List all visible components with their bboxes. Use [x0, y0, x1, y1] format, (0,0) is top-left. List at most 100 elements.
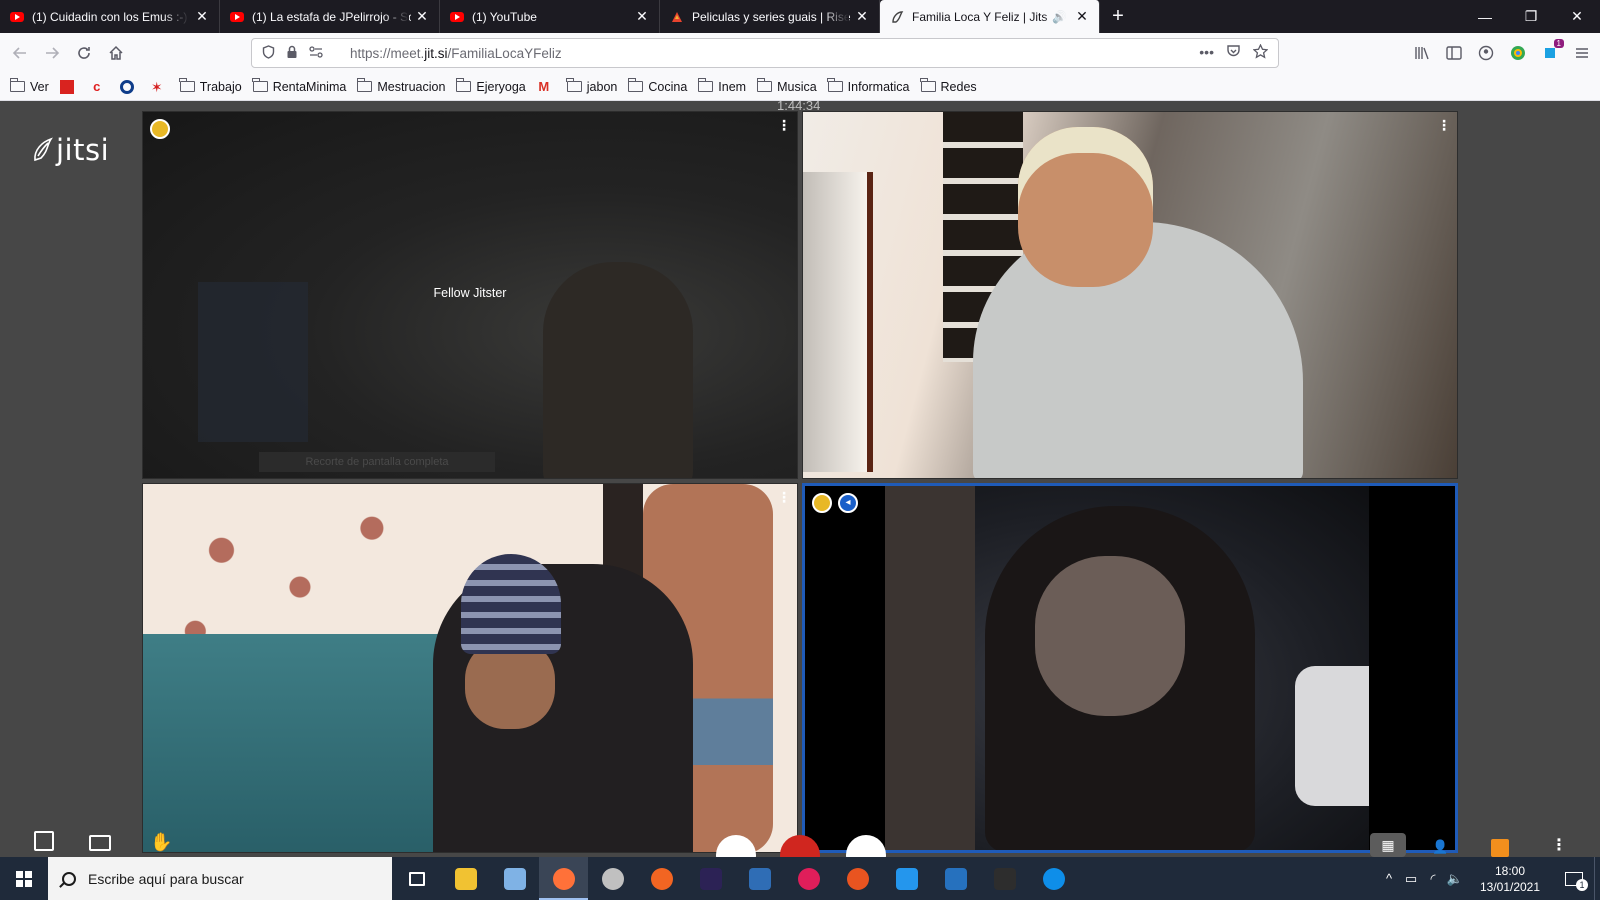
address-bar[interactable]: https://meet.jit.si/FamiliaLocaYFeliz ••… — [251, 38, 1279, 68]
extension-globe-icon[interactable] — [1506, 37, 1530, 69]
tab-jpelirrojo[interactable]: (1) La estafa de JPelirrojo - Soy ✕ — [220, 0, 440, 33]
taskbar-apps — [392, 857, 1078, 900]
library-icon[interactable] — [1410, 37, 1434, 69]
speaker-icon[interactable]: 🔊 — [1052, 10, 1067, 24]
participant-tile-dominant-speaker[interactable]: ◂ — [802, 483, 1458, 853]
tab-jitsi[interactable]: Familia Loca Y Feliz | Jitsi Me 🔊 ✕ — [880, 0, 1100, 33]
ubuntu-taskbar-button[interactable] — [833, 857, 882, 900]
bookmark-ejeryoga[interactable]: Ejeryoga — [455, 78, 526, 94]
participant-tile-2[interactable]: ⋮ — [802, 111, 1458, 479]
volume-icon[interactable]: 🔈 — [1444, 871, 1466, 887]
wifi-icon[interactable]: ◜ — [1422, 871, 1444, 887]
file-explorer-taskbar-button[interactable] — [441, 857, 490, 900]
url-text[interactable]: https://meet.jit.si/FamiliaLocaYFeliz — [350, 46, 1199, 61]
vscode-taskbar-button[interactable] — [735, 857, 784, 900]
tab-close-button[interactable]: ✕ — [1075, 8, 1089, 25]
shield-icon[interactable] — [256, 44, 280, 62]
back-button[interactable] — [4, 37, 36, 69]
bookmark-star-icon[interactable] — [1252, 43, 1269, 62]
extension-badge-icon[interactable]: 1 — [1538, 37, 1564, 69]
tab-close-button[interactable]: ✕ — [855, 8, 869, 25]
connection-indicator-icon[interactable] — [150, 119, 170, 139]
bookmark-c[interactable]: c — [90, 79, 109, 94]
invite-icon[interactable] — [1491, 839, 1509, 857]
virtualbox-taskbar-button[interactable] — [490, 857, 539, 900]
bookmark-gmail[interactable]: M — [537, 79, 556, 94]
more-options-icon[interactable]: ⋮ — [1551, 835, 1567, 855]
tile-menu-icon[interactable]: ⋮ — [777, 489, 791, 506]
taskbar-search[interactable]: Escribe aquí para buscar — [48, 857, 392, 900]
tab-close-button[interactable]: ✕ — [195, 8, 209, 25]
eclipse-taskbar-button[interactable] — [686, 857, 735, 900]
bookmark-musica[interactable]: Musica — [756, 78, 817, 94]
bookmark-cocina[interactable]: Cocina — [627, 78, 687, 94]
show-desktop-button[interactable] — [1594, 857, 1600, 900]
pocket-icon[interactable] — [1226, 44, 1241, 62]
terminal-taskbar-button[interactable] — [980, 857, 1029, 900]
powershell-taskbar-button[interactable] — [931, 857, 980, 900]
screen-share-button[interactable] — [89, 835, 111, 851]
bookmark-red[interactable] — [59, 79, 79, 94]
hamburger-menu-icon[interactable] — [1570, 37, 1594, 69]
chevron-up-icon[interactable]: ^ — [1378, 871, 1400, 886]
bookmark-circle[interactable] — [119, 79, 139, 94]
close-window-button[interactable]: ✕ — [1554, 0, 1600, 33]
docker-icon — [895, 867, 918, 890]
reload-button[interactable] — [68, 37, 100, 69]
new-tab-button[interactable]: + — [1100, 0, 1136, 33]
bookmark-trabajo[interactable]: Trabajo — [179, 78, 242, 94]
jitsi-logo[interactable]: jitsi — [30, 133, 109, 167]
bookmark-redes[interactable]: Redes — [920, 78, 977, 94]
bookmark-inem[interactable]: Inem — [697, 78, 746, 94]
app-globe-icon — [601, 867, 624, 890]
clock[interactable]: 18:00 13/01/2021 — [1472, 863, 1548, 895]
search-icon — [62, 871, 76, 886]
slack-taskbar-button[interactable] — [784, 857, 833, 900]
notification-center-button[interactable]: 1 — [1554, 857, 1594, 900]
app-orange-taskbar-button[interactable] — [637, 857, 686, 900]
raise-hand-icon[interactable]: ✋ — [150, 832, 172, 853]
restore-button[interactable]: ❐ — [1508, 0, 1554, 33]
slack-icon — [797, 867, 820, 890]
bookmark-circle-icon — [119, 79, 134, 94]
folder-icon — [356, 78, 373, 92]
permissions-icon[interactable] — [304, 45, 328, 61]
bookmark-rentaminima[interactable]: RentaMinima — [252, 78, 346, 94]
minimize-button[interactable]: — — [1462, 0, 1508, 33]
tab-cuidadin[interactable]: (1) Cuidadin con los Emus :-) - ✕ — [0, 0, 220, 33]
tab-youtube[interactable]: (1) YouTube ✕ — [440, 0, 660, 33]
forward-button[interactable] — [36, 37, 68, 69]
participant-tile-fellow-jitster[interactable]: ⋮ Fellow Jitster Recorte de pantalla com… — [142, 111, 798, 479]
start-button[interactable] — [0, 857, 48, 900]
folder-icon — [252, 78, 268, 92]
page-actions-icon[interactable]: ••• — [1199, 44, 1214, 62]
tile-menu-icon[interactable]: ⋮ — [1437, 117, 1451, 134]
battery-icon[interactable]: ▭ — [1400, 871, 1422, 887]
tab-close-button[interactable]: ✕ — [415, 8, 429, 25]
firefox-taskbar-button[interactable] — [539, 857, 588, 900]
bookmark-mestruacion[interactable]: Mestruacion — [356, 78, 445, 94]
bookmark-jabon[interactable]: jabon — [566, 78, 617, 94]
bookmark-star[interactable]: ✶ — [150, 80, 169, 94]
chat-button[interactable] — [34, 831, 54, 851]
connection-indicator-icon[interactable] — [812, 493, 832, 513]
sidebar-icon[interactable] — [1442, 37, 1466, 69]
tab-close-button[interactable]: ✕ — [635, 8, 649, 25]
lock-icon[interactable] — [280, 45, 304, 62]
teamviewer-taskbar-button[interactable] — [1029, 857, 1078, 900]
bookmark-informatica[interactable]: Informatica — [827, 78, 910, 94]
folder-icon — [9, 78, 25, 92]
tile-menu-icon[interactable]: ⋮ — [777, 117, 791, 134]
tab-riseup[interactable]: Peliculas y series guais | Riseup ✕ — [660, 0, 880, 33]
participants-icon[interactable]: 👤 — [1432, 839, 1448, 855]
home-button[interactable] — [100, 37, 132, 69]
app-orange-icon — [650, 867, 673, 890]
bookmark-ver[interactable]: Ver — [9, 78, 49, 94]
app-globe-taskbar-button[interactable] — [588, 857, 637, 900]
account-icon[interactable] — [1474, 37, 1498, 69]
docker-taskbar-button[interactable] — [882, 857, 931, 900]
task-view-taskbar-button[interactable] — [392, 857, 441, 900]
tile-view-button[interactable]: ▦ — [1370, 833, 1406, 857]
participant-tile-3[interactable]: ⋮ — [142, 483, 798, 853]
reload-icon — [78, 47, 90, 59]
